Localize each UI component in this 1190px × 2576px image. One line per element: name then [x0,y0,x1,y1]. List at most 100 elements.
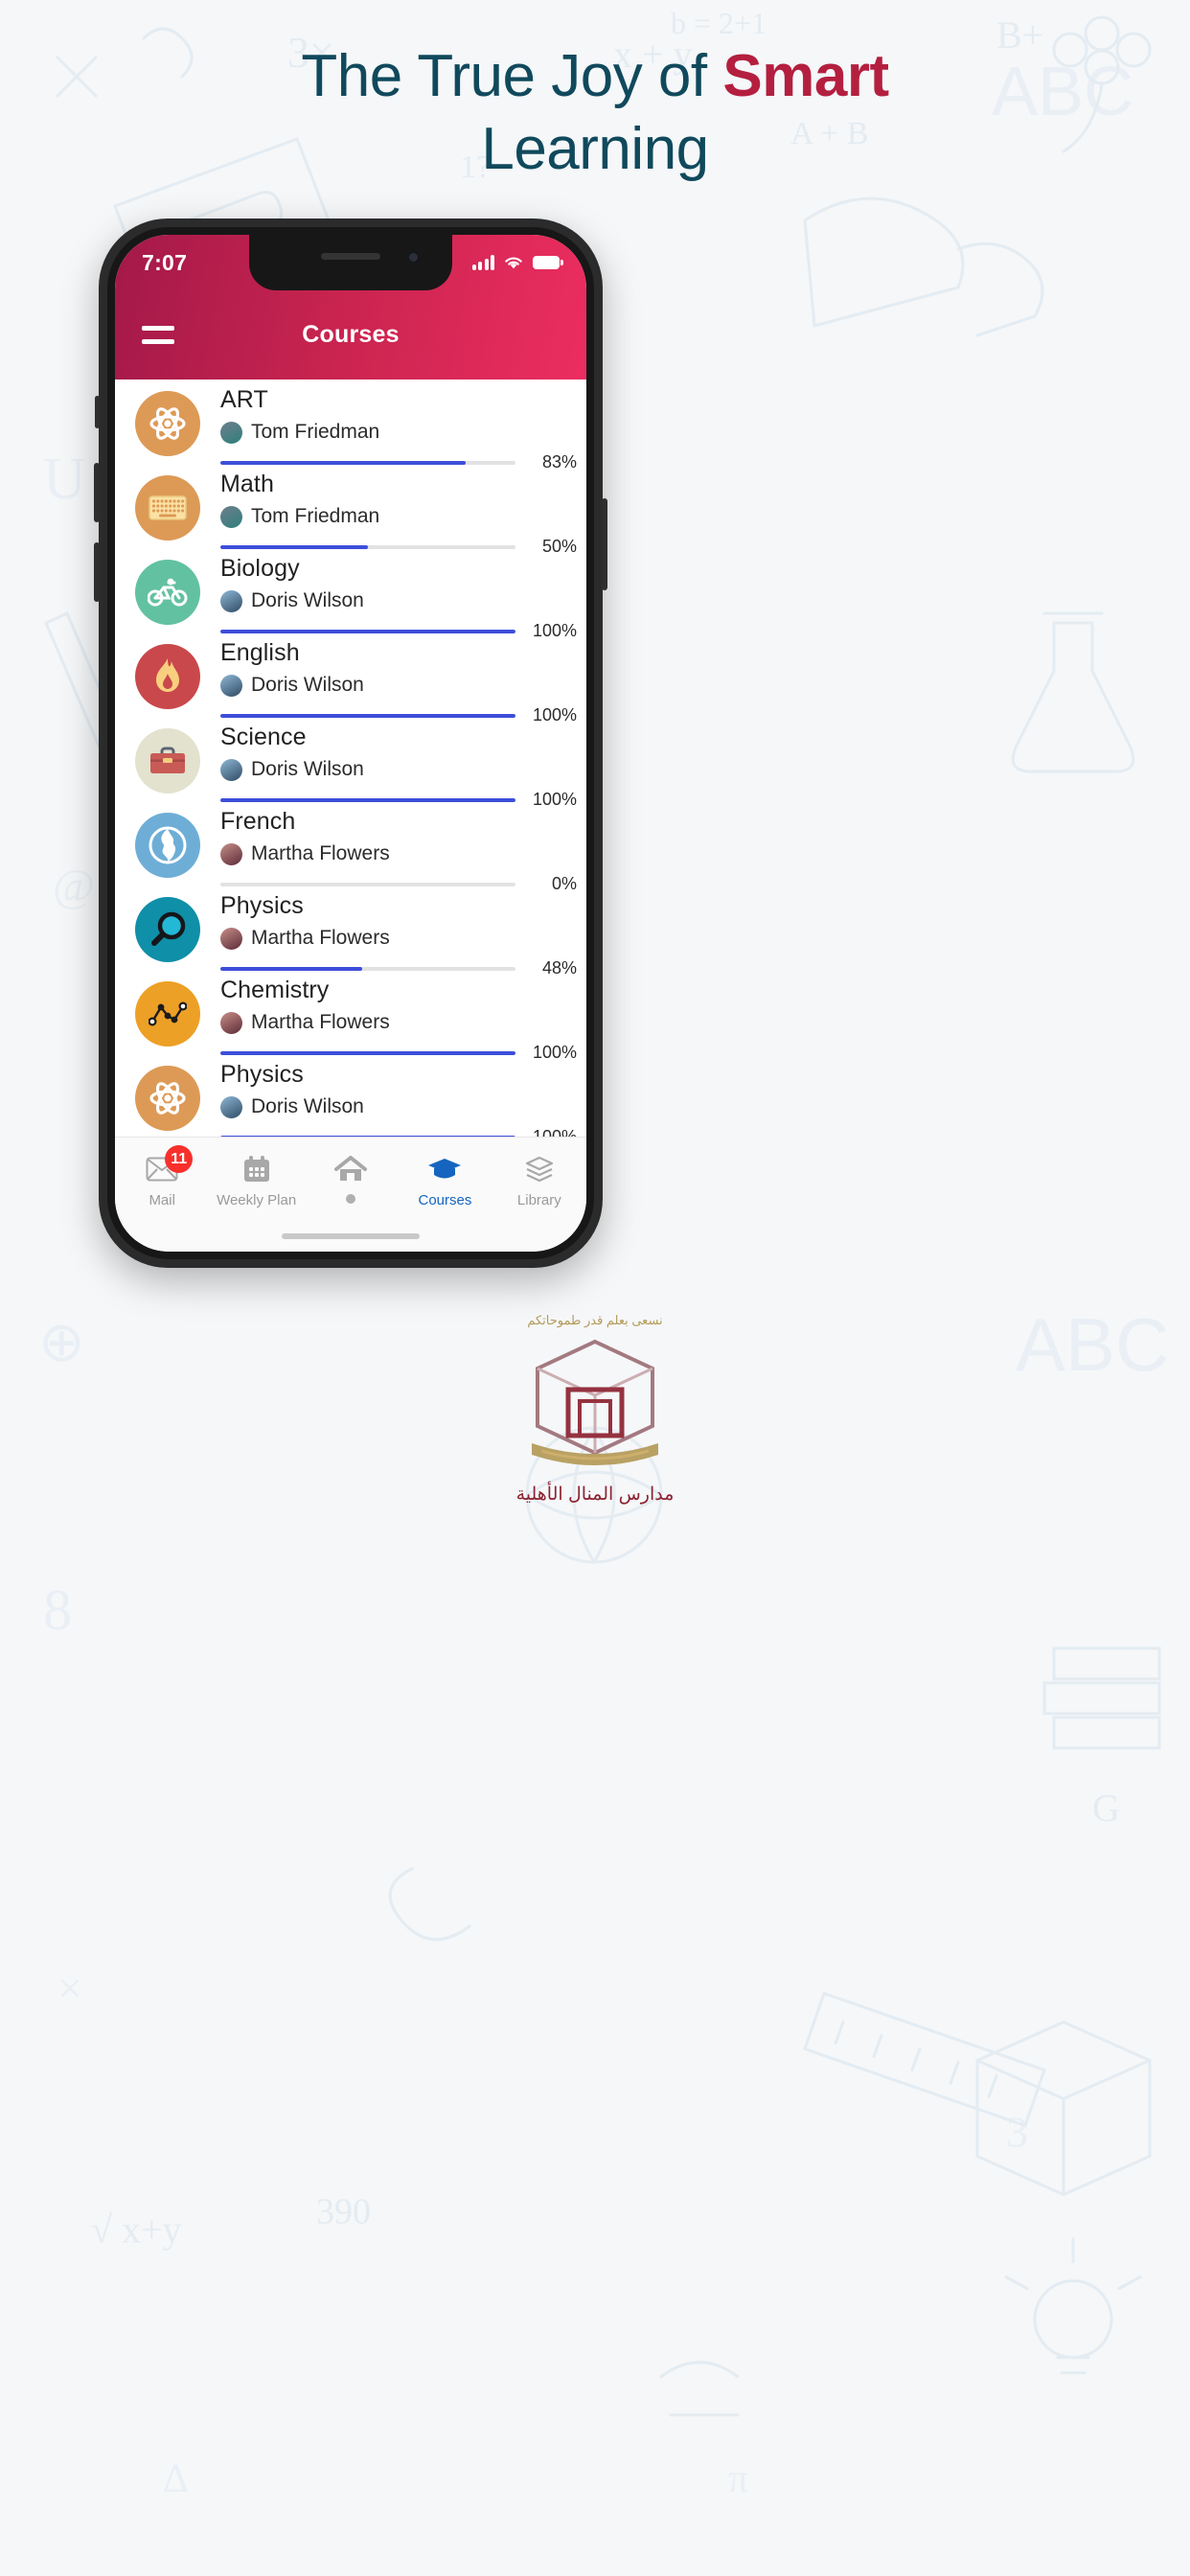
course-title: ART [220,386,268,413]
phone-screen: 7:07 Courses ART Tom Friedman 83% Math T… [115,235,586,1252]
tab-label: Library [516,1192,561,1208]
teacher-name: Martha Flowers [251,842,390,865]
phone-volume-up-button [94,463,100,522]
svg-text:U: U [43,447,86,512]
signal-bars-icon [471,255,494,270]
course-title: Physics [220,1061,304,1088]
teacher-name: Tom Friedman [251,421,380,444]
notification-badge: 11 [165,1145,194,1173]
course-row[interactable]: Chemistry Martha Flowers 100% [115,970,586,1062]
graduation-cap-icon [427,1153,462,1185]
status-time: 7:07 [142,249,188,275]
teacher-line: Doris Wilson [220,758,577,781]
teacher-name: Doris Wilson [251,674,364,697]
status-icons [471,255,563,270]
course-details: Physics Martha Flowers 48% [220,893,586,978]
progress-percent: 100% [515,1127,577,1137]
wifi-icon [505,257,522,269]
course-icon-wrap [115,556,220,625]
course-row[interactable]: French Martha Flowers 0% [115,801,586,893]
course-details: Math Tom Friedman 50% [220,472,586,557]
avatar [220,421,242,444]
briefcase-icon [135,728,200,794]
tab-weekly-plan[interactable]: Weekly Plan [209,1153,303,1208]
tab-courses[interactable]: Courses [398,1153,492,1208]
teacher-line: Martha Flowers [220,927,577,950]
course-title: English [220,639,300,666]
svg-text:3: 3 [1006,2107,1028,2156]
svg-text:Δ: Δ [163,2457,189,2501]
course-icon-wrap [115,387,220,456]
battery-full-icon [533,256,563,269]
school-crest-logo [532,1339,658,1465]
svg-text:390: 390 [316,2192,371,2232]
home-indicator [282,1233,420,1239]
course-row[interactable]: ART Tom Friedman 83% [115,380,586,472]
atom-icon [135,391,200,456]
tab-label: Courses [418,1192,472,1208]
course-details: Physics Doris Wilson 100% [220,1062,586,1137]
tab-label: Weekly Plan [217,1192,297,1208]
calendar-icon [242,1153,271,1185]
teacher-line: Martha Flowers [220,842,577,865]
teacher-line: Martha Flowers [220,1011,577,1034]
teacher-line: Doris Wilson [220,674,577,697]
hero-accent-word: Smart [722,43,889,109]
teacher-name: Martha Flowers [251,1011,390,1034]
hero-line-1: The True Joy of Smart [0,40,1190,113]
course-details: English Doris Wilson 100% [220,640,586,725]
tab-library[interactable]: Library [492,1153,586,1208]
course-row[interactable]: Science Doris Wilson 100% [115,717,586,809]
course-row[interactable]: Physics Martha Flowers 48% [115,886,586,978]
course-details: ART Tom Friedman 83% [220,387,586,472]
teacher-line: Tom Friedman [220,421,577,444]
home-icon [334,1153,368,1185]
phone-volume-down-button [94,542,100,602]
teacher-name: Martha Flowers [251,927,390,950]
course-icon-wrap [115,809,220,878]
tab-home[interactable] [304,1153,398,1204]
phone-mockup: 7:07 Courses ART Tom Friedman 83% Math T… [94,218,607,1268]
svg-text:8: 8 [43,1578,72,1642]
teacher-line: Doris Wilson [220,1095,577,1118]
svg-text:√ x+y: √ x+y [91,2208,182,2251]
home-indicator-dot [346,1194,356,1204]
tab-mail[interactable]: 11 Mail [115,1145,209,1208]
envelope-icon: 11 [146,1145,194,1185]
phone-mute-switch [95,396,100,428]
teacher-line: Tom Friedman [220,505,577,528]
course-icon-wrap [115,724,220,794]
page-root: 3× x + y b = 2+1 B+ A + B ABC 12 1? U @ … [0,0,1190,2576]
avatar [220,505,242,528]
svg-text:×: × [57,1964,82,2012]
svg-text:b = 2+1: b = 2+1 [671,6,767,40]
globe-icon [135,813,200,878]
course-title: Science [220,724,307,750]
logo-tagline: نسعى بعلم قدر طموحاتكم [527,1313,663,1327]
line-chart-icon [135,981,200,1046]
teacher-name: Doris Wilson [251,1095,364,1118]
avatar [220,1011,242,1034]
course-row[interactable]: Math Tom Friedman 50% [115,464,586,556]
tab-label: Mail [149,1192,175,1208]
course-icon-wrap [115,978,220,1046]
avatar [220,674,242,697]
avatar [220,927,242,950]
avatar [220,589,242,612]
svg-text:@: @ [53,861,95,911]
books-icon [524,1153,555,1185]
avatar [220,842,242,865]
course-details: French Martha Flowers 0% [220,809,586,894]
course-details: Biology Doris Wilson 100% [220,556,586,641]
course-title: French [220,808,296,835]
atom-icon [135,1066,200,1131]
svg-text:π: π [728,2457,748,2501]
course-row[interactable]: English Doris Wilson 100% [115,632,586,724]
course-list[interactable]: ART Tom Friedman 83% Math Tom Friedman 5… [115,380,586,1137]
progress-row: 100% [220,1127,577,1137]
hero-line-1-prefix: The True Joy of [301,43,723,109]
course-row[interactable]: Physics Doris Wilson 100% [115,1054,586,1137]
course-icon-wrap [115,472,220,540]
app-header: 7:07 Courses [115,235,586,380]
course-row[interactable]: Biology Doris Wilson 100% [115,548,586,640]
